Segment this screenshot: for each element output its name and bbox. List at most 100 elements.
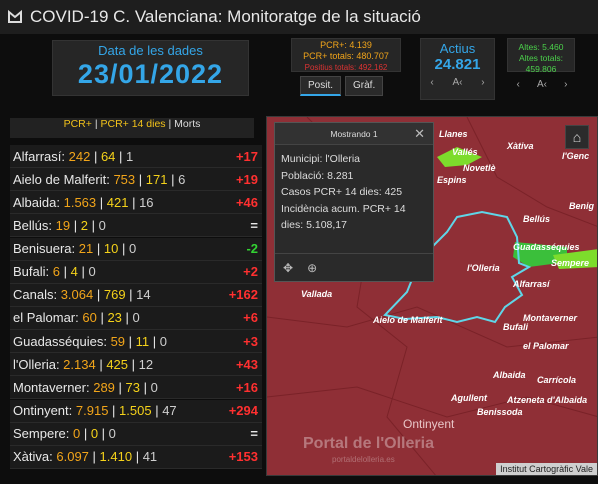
actius-panel: Actius 24.821 ‹ A‹ ›: [420, 38, 495, 100]
tab-positius[interactable]: Posit.: [300, 76, 342, 96]
separator: :: [56, 194, 64, 210]
pcr14-value: 425: [106, 356, 129, 372]
row-values: Benisuera: 21 | 10 | 0: [13, 241, 136, 256]
list-item[interactable]: Guadasséquies: 59 | 11 | 0 +3: [10, 330, 262, 354]
row-values: el Palomar: 60 | 23 | 0: [13, 310, 140, 325]
delta-value: +16: [235, 379, 258, 395]
delta-value: +162: [228, 287, 258, 303]
header-morts: Morts: [174, 118, 201, 130]
list-item[interactable]: el Palomar: 60 | 23 | 0 +6: [10, 306, 262, 330]
title-bar: COVID-19 C. Valenciana: Monitoratge de l…: [0, 0, 598, 34]
actius-label: Actius: [439, 41, 476, 56]
map-label: Alfarrasí: [513, 279, 550, 289]
list-item[interactable]: Bufali: 6 | 4 | 0 +2: [10, 260, 262, 284]
morts-value: 14: [136, 287, 151, 303]
list-item[interactable]: Aielo de Malferit: 753 | 171 | 6 +19: [10, 168, 262, 192]
morts-value: 41: [142, 449, 158, 465]
municipality-name: Bellús: [13, 217, 49, 233]
actius-next-button[interactable]: ›: [481, 77, 484, 88]
map-label: Bufali: [503, 322, 529, 332]
map-label: Sempere: [551, 258, 590, 268]
separator: |: [90, 148, 101, 164]
separator: :: [65, 426, 73, 442]
view-tabs: Posit. Gràf.: [300, 76, 384, 96]
separator: :: [55, 356, 64, 372]
delta-value: +19: [235, 171, 258, 187]
list-item[interactable]: Sempere: 0 | 0 | 0 =: [10, 422, 262, 446]
separator: :: [53, 287, 61, 303]
row-values: Bufali: 6 | 4 | 0: [13, 264, 96, 279]
list-item[interactable]: Xàtiva: 6.097 | 1.410 | 41 +153: [10, 445, 262, 469]
list-item[interactable]: Canals: 3.064 | 769 | 14 +162: [10, 283, 262, 307]
home-icon[interactable]: ⌂: [565, 125, 589, 149]
pcr-summary-panel: PCR+: 4.139 PCR+ totals: 480.707 Positiu…: [291, 38, 401, 72]
pcr-value: 6.097: [56, 449, 89, 465]
delta-value: +294: [228, 403, 258, 419]
pcr14-value: 2: [80, 217, 88, 233]
list-item[interactable]: Montaverner: 289 | 73 | 0 +16: [10, 376, 262, 400]
list-item[interactable]: Ontinyent: 7.915 | 1.505 | 47 +294: [10, 399, 262, 423]
map-label: Vallada: [301, 289, 333, 299]
pcr-value: 289: [93, 379, 115, 395]
morts-value: 47: [162, 403, 177, 419]
zoom-icon[interactable]: ⊕: [307, 261, 317, 275]
pan-icon[interactable]: ✥: [283, 261, 293, 275]
separator: :: [75, 310, 83, 326]
row-values: Ontinyent: 7.915 | 1.505 | 47: [13, 403, 177, 418]
row-values: Montaverner: 289 | 73 | 0: [13, 380, 158, 395]
morts-value: 0: [132, 310, 140, 326]
list-item[interactable]: l'Olleria: 2.134 | 425 | 12 +43: [10, 353, 262, 377]
municipality-name: Montaverner: [13, 379, 86, 395]
municipality-name: Guadasséquies: [13, 333, 104, 349]
pcr14-value: 0: [90, 426, 99, 442]
morts-value: 0: [88, 264, 96, 280]
list-item[interactable]: Benisuera: 21 | 10 | 0 -2: [10, 237, 262, 261]
pcr14-value: 4: [70, 264, 78, 280]
pcr14-value: 73: [125, 379, 140, 395]
map-label: Benig: [569, 201, 595, 211]
popup-casos: Casos PCR+ 14 dies: 425: [281, 186, 403, 198]
separator: |: [80, 426, 91, 442]
municipality-name: Ontinyent: [13, 403, 69, 419]
close-icon[interactable]: ✕: [414, 126, 425, 142]
row-values: Xàtiva: 6.097 | 1.410 | 41: [13, 449, 157, 464]
popup-header: Mostrando 1 ✕: [275, 123, 433, 145]
list-item[interactable]: Alfarrasí: 242 | 64 | 1 +17: [10, 145, 262, 168]
watermark-url: portaldelolleria.es: [332, 455, 395, 464]
map-label: Carrícola: [537, 375, 577, 385]
date-value: 23/01/2022: [77, 59, 224, 89]
altes-mid-button[interactable]: A‹: [537, 79, 547, 90]
altes-prev-button[interactable]: ‹: [517, 79, 520, 90]
map-label: Bellús: [523, 214, 551, 224]
map-label: Xàtiva: [507, 141, 534, 151]
pcr14-value: 421: [106, 194, 129, 210]
pcr-value: 242: [68, 148, 91, 164]
list-item[interactable]: Bellús: 19 | 2 | 0 =: [10, 214, 262, 238]
morts-value: 0: [159, 333, 167, 349]
actius-value: 24.821: [434, 56, 481, 73]
separator: |: [128, 356, 139, 372]
pcr-value: 60: [82, 310, 97, 326]
list-item[interactable]: Albaida: 1.563 | 421 | 16 +46: [10, 191, 262, 215]
actius-prev-button[interactable]: ‹: [430, 77, 433, 88]
pcr14-value: 11: [135, 333, 150, 349]
morts-value: 0: [108, 426, 116, 442]
row-values: Albaida: 1.563 | 421 | 16: [13, 195, 154, 210]
altes-next-button[interactable]: ›: [564, 79, 567, 90]
popup-municipi: Municipi: l'Olleria: [281, 153, 361, 165]
separator: :: [48, 217, 56, 233]
separator: |: [70, 217, 81, 233]
map-label: Espins: [437, 175, 467, 185]
pcr-value: 7.915: [75, 403, 109, 419]
separator: |: [60, 264, 71, 280]
header-pcr14: PCR+ 14 dies: [100, 118, 166, 130]
morts-value: 0: [98, 217, 106, 233]
actius-mid-button[interactable]: A‹: [452, 77, 462, 88]
morts-value: 0: [128, 241, 137, 257]
separator: |: [93, 241, 104, 257]
map-label: Novetlè: [463, 163, 496, 173]
separator: |: [93, 287, 104, 303]
tab-grafic[interactable]: Gràf.: [345, 76, 384, 96]
delta-value: +6: [243, 310, 258, 326]
watermark: Portal de l'Olleria: [303, 435, 434, 452]
